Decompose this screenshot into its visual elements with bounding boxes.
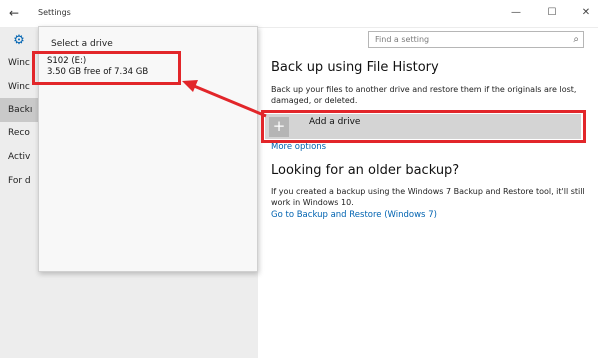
sidebar-item-windows-update[interactable]: Winc xyxy=(8,58,30,68)
drive-highlight-box xyxy=(32,51,181,85)
window-title: Settings xyxy=(38,8,71,17)
sidebar-item-for-developers[interactable]: For d xyxy=(8,176,31,186)
page-title: Back up using File History xyxy=(271,60,439,75)
sidebar-item-windows-defender[interactable]: Winc xyxy=(8,82,30,92)
more-options-link[interactable]: More options xyxy=(271,142,326,152)
title-bar: ← Settings — ☐ ✕ xyxy=(0,0,598,28)
search-input[interactable]: Find a setting ⌕ xyxy=(368,31,584,48)
close-button[interactable]: ✕ xyxy=(574,4,598,22)
search-icon[interactable]: ⌕ xyxy=(573,33,579,47)
backup-restore-link[interactable]: Go to Backup and Restore (Windows 7) xyxy=(271,210,437,220)
minimize-button[interactable]: — xyxy=(504,4,528,22)
older-backup-heading: Looking for an older backup? xyxy=(271,163,460,178)
sidebar-item-recovery[interactable]: Reco xyxy=(8,128,30,138)
main-content: Find a setting ⌕ Back up using File Hist… xyxy=(258,28,598,358)
flyout-title: Select a drive xyxy=(51,39,113,49)
file-history-description: Back up your files to another drive and … xyxy=(271,85,577,105)
sidebar-item-activation[interactable]: Activ xyxy=(8,152,30,162)
add-drive-highlight-box xyxy=(261,110,586,143)
gear-icon[interactable]: ⚙ xyxy=(10,32,28,50)
older-backup-description: If you created a backup using the Window… xyxy=(271,187,585,207)
back-arrow-icon[interactable]: ← xyxy=(4,3,24,23)
search-placeholder: Find a setting xyxy=(375,35,430,44)
maximize-button[interactable]: ☐ xyxy=(540,4,564,22)
